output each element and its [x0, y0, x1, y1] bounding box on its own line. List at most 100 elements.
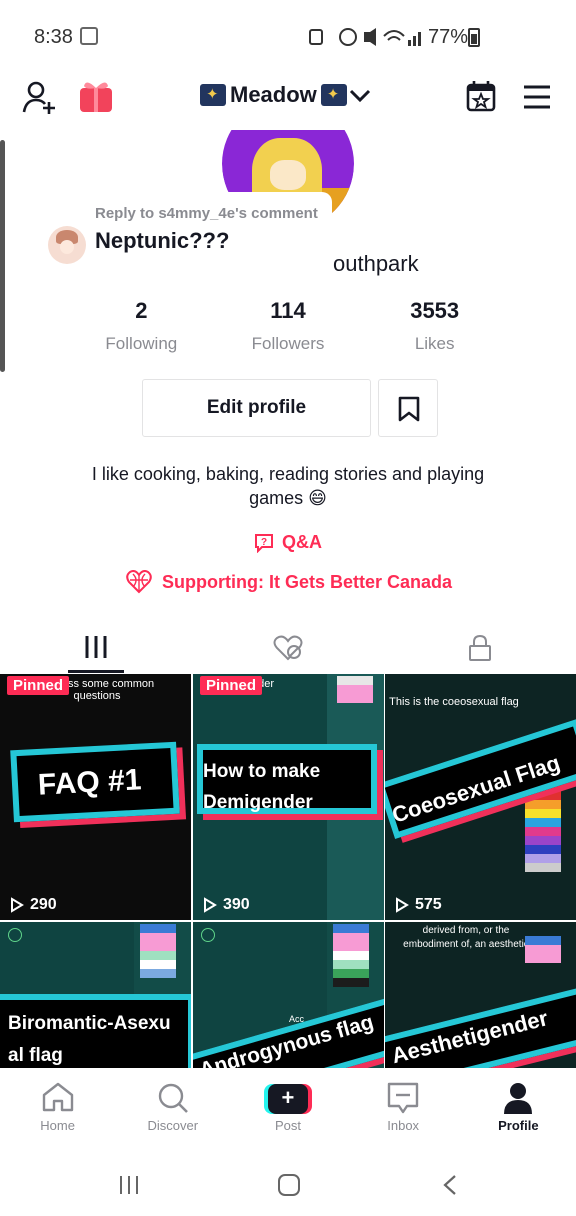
play-icon	[204, 897, 217, 913]
sparkle-emoji-icon	[320, 84, 347, 106]
gift-icon[interactable]	[78, 78, 114, 114]
hidden-heart-icon	[273, 635, 303, 661]
view-count-value: 290	[30, 896, 57, 913]
tab-liked[interactable]	[192, 626, 384, 674]
sparkle-emoji-icon	[200, 84, 226, 106]
system-nav-bar	[0, 1144, 576, 1216]
globe-icon	[8, 928, 22, 942]
edge-panel-handle[interactable]	[0, 140, 5, 372]
video-tile-biromantic[interactable]: Biromantic-Asexu al flag	[0, 922, 191, 1068]
nav-home[interactable]: Home	[0, 1068, 115, 1144]
video-tile-faq[interactable]: address some common questions FAQ #1 Pin…	[0, 674, 191, 920]
nav-label: Post	[274, 1118, 301, 1133]
status-time: 8:38	[34, 26, 73, 48]
username-switcher[interactable]: Meadow	[200, 82, 347, 108]
stat-label: Following	[105, 334, 178, 353]
stat-value: 2	[135, 298, 148, 323]
video-tile-androgynous[interactable]: Acc Androgynous flag	[193, 922, 384, 1068]
stat-value: 3553	[410, 298, 460, 323]
nav-label: Profile	[498, 1118, 539, 1133]
add-user-icon[interactable]	[22, 80, 58, 116]
stat-label: Followers	[251, 334, 325, 353]
battery-text: 77%	[428, 26, 469, 48]
battery-icon	[468, 28, 480, 47]
qa-icon: ?	[255, 533, 273, 553]
post-plus-icon: +	[263, 1084, 312, 1114]
qa-label: Q&A	[282, 532, 322, 552]
supporting-label: Supporting: It Gets Better Canada	[162, 571, 453, 592]
view-count: 390	[203, 896, 250, 914]
calendar-star-icon[interactable]	[466, 80, 496, 112]
video-title-line: al flag	[8, 1045, 63, 1066]
video-title-line: How to make	[203, 761, 321, 782]
nav-label: Discover	[147, 1118, 199, 1133]
bottom-nav: Home Discover + Post Inbox Profile	[0, 1068, 576, 1144]
profile-stats: 2 Following 114 Followers 3553 Likes	[68, 298, 508, 358]
profile-icon	[504, 1083, 533, 1114]
chevron-down-icon[interactable]	[348, 86, 372, 106]
nav-profile[interactable]: Profile	[461, 1068, 576, 1144]
menu-icon[interactable]	[522, 84, 552, 110]
screen-record-icon	[80, 27, 98, 45]
tab-videos[interactable]	[0, 626, 192, 674]
video-grid: address some common questions FAQ #1 Pin…	[0, 674, 576, 1068]
nav-inbox[interactable]: Inbox	[346, 1068, 461, 1144]
status-icons	[309, 28, 421, 46]
profile-handle: outhpark	[333, 251, 419, 276]
play-icon	[396, 897, 409, 913]
video-title: How to make Demigender	[203, 756, 320, 818]
svg-text:?: ?	[261, 537, 267, 548]
home-button-icon[interactable]	[277, 1174, 301, 1196]
nav-label: Inbox	[387, 1118, 420, 1133]
reply-comment-overlay[interactable]: Reply to s4mmy_4e's comment Neptunic???	[30, 192, 332, 274]
supporting-link[interactable]: Supporting: It Gets Better Canada	[126, 570, 452, 594]
commenter-avatar	[48, 226, 86, 264]
grid-icon	[85, 636, 107, 658]
profile-header: Meadow	[0, 72, 576, 122]
globe-icon	[201, 928, 215, 942]
profile-tabs	[0, 626, 576, 674]
home-icon	[42, 1082, 73, 1112]
video-tile-aesthetigender[interactable]: derived from, or the embodiment of, an a…	[385, 922, 576, 1068]
video-title-line: Demigender	[203, 792, 313, 813]
nav-label: Home	[40, 1118, 75, 1133]
video-tile-demigender[interactable]: nder How to make Demigender Pinned 390	[193, 674, 384, 920]
view-count-value: 575	[415, 896, 442, 913]
stat-value: 114	[270, 298, 306, 323]
bookmark-icon	[398, 396, 420, 422]
pinned-badge: Pinned	[7, 676, 70, 695]
heart-globe-icon	[126, 570, 152, 594]
video-caption: derived from, or the embodiment of, an a…	[403, 925, 529, 950]
video-title: Biromantic-Asexu al flag	[8, 1008, 171, 1068]
pinned-badge: Pinned	[200, 676, 263, 695]
video-title-line: Biromantic-Asexu	[8, 1013, 171, 1034]
nav-post[interactable]: + Post	[230, 1068, 345, 1144]
edit-profile-button[interactable]: Edit profile	[142, 379, 371, 437]
reply-comment-text: Neptunic???	[95, 228, 230, 253]
stat-following[interactable]: 2 Following	[68, 298, 215, 358]
stat-followers[interactable]: 114 Followers	[215, 298, 362, 358]
nav-discover[interactable]: Discover	[115, 1068, 230, 1144]
view-count-value: 390	[223, 896, 250, 913]
status-bar: 8:38 77%	[0, 0, 576, 72]
qa-link[interactable]: ? Q&A	[254, 532, 322, 553]
search-icon	[158, 1083, 188, 1113]
view-count: 575	[395, 896, 442, 914]
reply-label: Reply to s4mmy_4e's comment	[95, 205, 318, 222]
lock-icon	[469, 634, 491, 661]
active-tab-indicator	[68, 670, 124, 673]
favorites-button[interactable]	[378, 379, 438, 437]
recent-apps-icon[interactable]	[118, 1174, 140, 1196]
view-count: 290	[10, 896, 57, 914]
video-title: FAQ #1	[37, 763, 143, 802]
play-icon	[11, 897, 24, 913]
tab-private[interactable]	[384, 626, 576, 674]
inbox-icon	[387, 1082, 419, 1114]
username-label: Meadow	[230, 82, 317, 107]
back-icon[interactable]	[442, 1174, 458, 1196]
video-caption: This is the coeosexual flag	[389, 696, 519, 708]
video-tile-coeosexual[interactable]: This is the coeosexual flag Coeosexual F…	[385, 674, 576, 920]
stat-likes[interactable]: 3553 Likes	[361, 298, 508, 358]
profile-bio: I like cooking, baking, reading stories …	[91, 464, 485, 508]
stat-label: Likes	[414, 334, 455, 353]
